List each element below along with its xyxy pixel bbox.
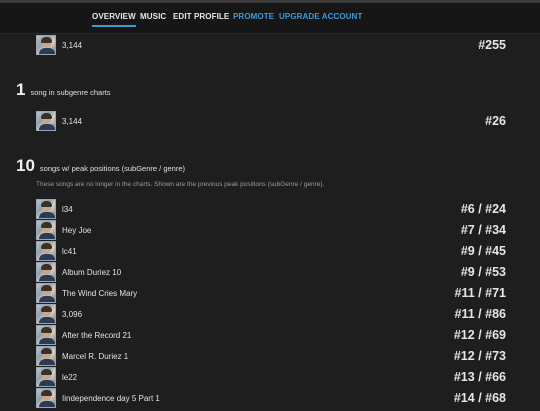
list-item[interactable]: Album Duriez 10 #9 / #53	[36, 262, 520, 282]
list-item[interactable]: Iindependence day 5 Part 1 #14 / #68	[36, 388, 520, 408]
song-title[interactable]: le22	[62, 373, 77, 382]
chart-rank: #9 / #53	[460, 265, 506, 279]
peak-section-header: 10 songs w/ peak positions (subGenre / ge…	[16, 156, 185, 176]
peak-note: These songs are no longer in the charts.…	[36, 181, 325, 188]
chart-rank: #11 / #71	[454, 286, 506, 300]
top-nav: OVERVIEW MUSIC EDIT PROFILE PROMOTE UPGR…	[0, 3, 540, 34]
chart-rank: #11 / #86	[454, 307, 506, 321]
chart-rank: #12 / #73	[453, 349, 506, 363]
song-title[interactable]: Hey Joe	[62, 226, 91, 235]
list-item[interactable]: 3,144 #255	[36, 35, 520, 55]
chart-rank: #26	[485, 114, 506, 128]
list-item[interactable]: Hey Joe #7 / #34	[36, 220, 520, 240]
song-artwork	[36, 262, 56, 282]
song-title[interactable]: After the Record 21	[62, 331, 131, 340]
chart-rank: #255	[478, 38, 506, 52]
song-title[interactable]: Marcel R. Duriez 1	[62, 352, 128, 361]
song-artwork	[36, 388, 56, 408]
list-item[interactable]: lc41 #9 / #45	[36, 241, 520, 261]
chart-positions-panel: 3,144 #255 1 song in subgenre charts 3,14…	[0, 34, 540, 411]
song-title[interactable]: l34	[62, 205, 73, 214]
song-title[interactable]: 3,144	[62, 41, 82, 50]
nav-upgrade-account[interactable]: UPGRADE ACCOUNT	[279, 12, 362, 21]
song-artwork	[36, 111, 56, 131]
list-item[interactable]: 3,144 #26	[36, 111, 520, 131]
song-title[interactable]: 3,144	[62, 117, 82, 126]
list-item[interactable]: le22 #13 / #66	[36, 367, 520, 387]
song-artwork	[36, 35, 56, 55]
chart-rank: #12 / #69	[453, 328, 506, 342]
list-item[interactable]: 3,096 #11 / #86	[36, 304, 520, 324]
chart-rank: #14 / #68	[453, 391, 506, 405]
nav-edit-profile[interactable]: EDIT PROFILE	[173, 12, 229, 21]
peak-label: songs w/ peak positions (subGenre / genr…	[39, 164, 185, 173]
song-artwork	[36, 367, 56, 387]
nav-overview[interactable]: OVERVIEW	[92, 12, 136, 27]
subgenre-count: 1	[16, 80, 26, 99]
song-artwork	[36, 241, 56, 261]
nav-music[interactable]: MUSIC	[140, 12, 166, 21]
nav-promote[interactable]: PROMOTE	[233, 12, 274, 21]
song-artwork	[36, 199, 56, 219]
chart-rank: #6 / #24	[460, 202, 506, 216]
song-title[interactable]: Iindependence day 5 Part 1	[62, 394, 160, 403]
peak-count: 10	[16, 156, 35, 175]
song-title[interactable]: Album Duriez 10	[62, 268, 121, 277]
song-artwork	[36, 283, 56, 303]
list-item[interactable]: After the Record 21 #12 / #69	[36, 325, 520, 345]
song-title[interactable]: lc41	[62, 247, 77, 256]
subgenre-label: song in subgenre charts	[30, 88, 111, 97]
song-title[interactable]: 3,096	[62, 310, 82, 319]
chart-rank: #7 / #34	[460, 223, 506, 237]
song-artwork	[36, 220, 56, 240]
song-artwork	[36, 325, 56, 345]
chart-rank: #9 / #45	[460, 244, 506, 258]
chart-rank: #13 / #66	[453, 370, 506, 384]
song-title[interactable]: The Wind Cries Mary	[62, 289, 137, 298]
subgenre-section-header: 1 song in subgenre charts	[16, 80, 111, 100]
list-item[interactable]: The Wind Cries Mary #11 / #71	[36, 283, 520, 303]
song-artwork	[36, 346, 56, 366]
song-artwork	[36, 304, 56, 324]
list-item[interactable]: l34 #6 / #24	[36, 199, 520, 219]
list-item[interactable]: Marcel R. Duriez 1 #12 / #73	[36, 346, 520, 366]
